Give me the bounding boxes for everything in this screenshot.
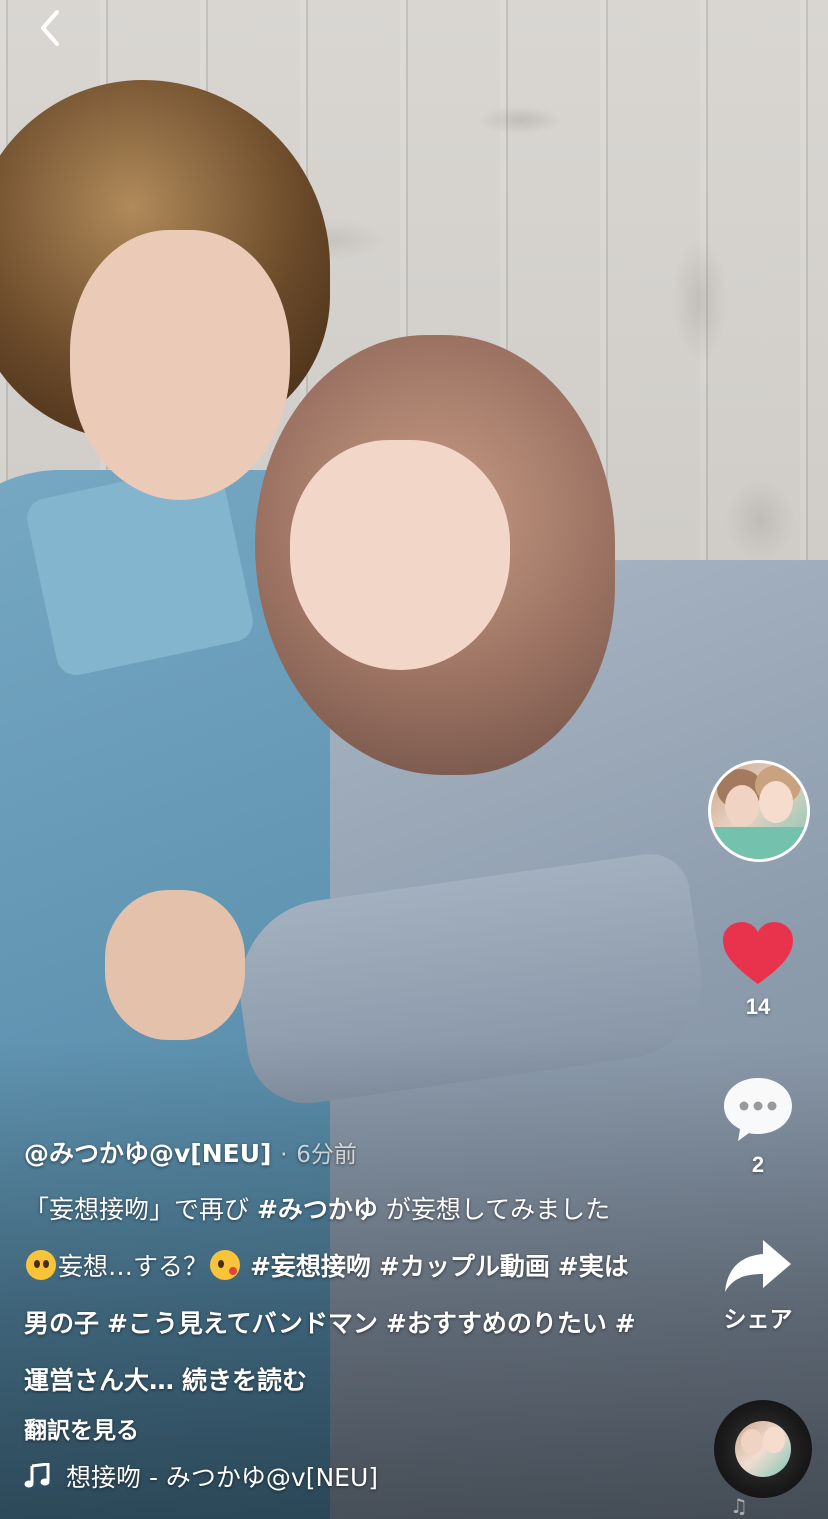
video-description[interactable]: 「妄想接吻」で再び #みつかゆ が妄想してみました妄想…する？ #妄想接吻 #カ… — [24, 1181, 644, 1409]
floating-note-icon: ♫ — [730, 1494, 748, 1518]
share-button[interactable]: シェア — [708, 1236, 808, 1334]
caption-area: @みつかゆ@v[NEU] · 6分前 「妄想接吻」で再び #みつかゆ が妄想して… — [24, 1132, 644, 1451]
share-label: シェア — [723, 1307, 793, 1333]
hand — [105, 890, 245, 1040]
hashtag[interactable]: #みつかゆ — [257, 1195, 378, 1224]
comment-button[interactable]: 2 — [708, 1074, 808, 1178]
description-text: 「妄想接吻」で再び — [24, 1195, 257, 1224]
comment-count: 2 — [751, 1152, 765, 1177]
separator: · — [280, 1142, 288, 1168]
hashtag[interactable]: #おすすめのりたい — [386, 1309, 607, 1338]
hashtag[interactable]: #妄想接吻 — [250, 1252, 371, 1281]
creator-avatar[interactable] — [708, 760, 810, 862]
heart-icon — [723, 922, 793, 984]
post-time: 6分前 — [296, 1142, 357, 1168]
translate-link[interactable]: 翻訳を見る — [24, 1411, 644, 1451]
music-note-icon — [24, 1463, 50, 1488]
music-disc[interactable] — [714, 1400, 812, 1498]
read-more-link[interactable]: 続きを読む — [182, 1366, 307, 1395]
share-arrow-icon — [725, 1240, 791, 1292]
author-row: @みつかゆ@v[NEU] · 6分前 — [24, 1132, 644, 1177]
music-title: 想接吻 - みつかゆ@v[NEU] — [66, 1463, 379, 1492]
like-button[interactable]: 14 — [708, 920, 808, 1020]
description-text: 妄想…する？ — [58, 1252, 209, 1281]
kissing-face-emoji — [210, 1250, 241, 1280]
pleading-face-emoji — [26, 1250, 56, 1280]
author-handle[interactable]: @みつかゆ@v[NEU] — [24, 1139, 271, 1168]
description-text: が妄想してみました — [377, 1195, 611, 1224]
hashtag[interactable]: #カップル動画 — [379, 1252, 550, 1281]
person-left-face — [70, 230, 290, 500]
action-rail: 14 2 シェア — [708, 0, 828, 1519]
comment-bubble-icon — [724, 1078, 792, 1141]
music-cover — [735, 1421, 791, 1477]
person-right-face — [290, 440, 510, 670]
like-count: 14 — [745, 994, 771, 1019]
back-button[interactable] — [30, 8, 70, 48]
video-screen[interactable]: 14 2 シェア @みつかゆ@v[NEU] · 6分前 「妄想接吻」で再び #み… — [0, 0, 828, 1519]
music-row[interactable]: 想接吻 - みつかゆ@v[NEU] — [24, 1458, 424, 1494]
chevron-left-icon — [41, 10, 59, 46]
hashtag[interactable]: #こう見えてバンドマン — [107, 1309, 378, 1338]
